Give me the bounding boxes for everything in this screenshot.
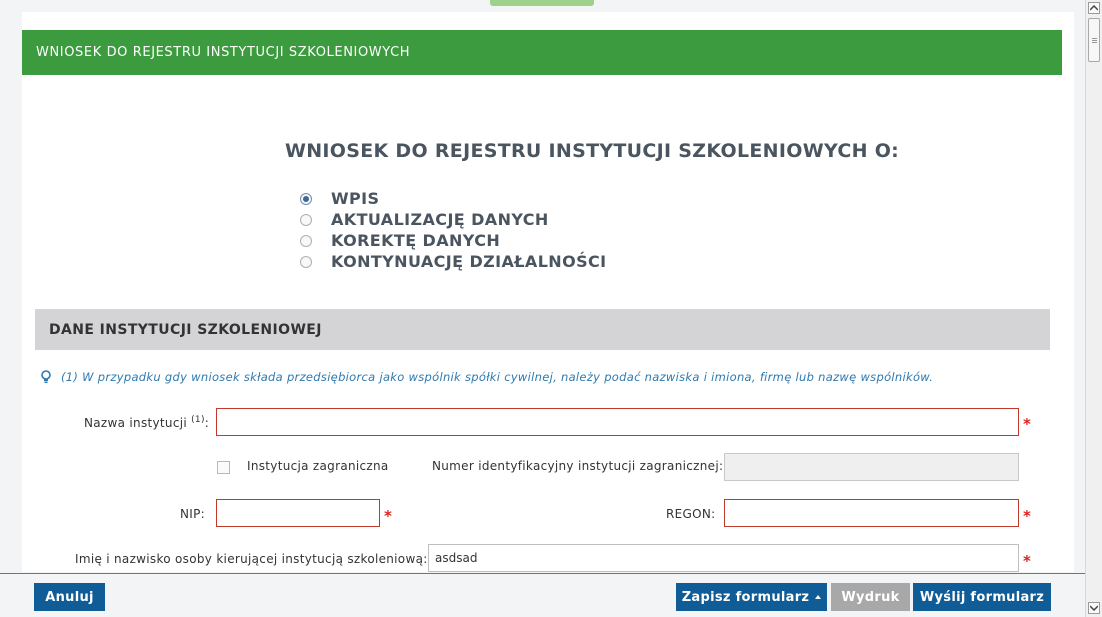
radio-kontynuacja[interactable] bbox=[300, 255, 312, 268]
nip-label: NIP: bbox=[180, 507, 205, 521]
print-button-label: Wydruk bbox=[841, 589, 900, 605]
form-title: WNIOSEK DO REJESTRU INSTYTUCJI SZKOLENIO… bbox=[284, 140, 900, 162]
nip-input[interactable] bbox=[216, 499, 380, 527]
radio-korekta[interactable] bbox=[300, 234, 312, 247]
section-title: DANE INSTYTUCJI SZKOLENIOWEJ bbox=[49, 321, 322, 338]
nazwa-label: Nazwa instytucji (1): bbox=[84, 415, 209, 430]
kierownik-required-mark: * bbox=[1023, 552, 1031, 570]
cancel-button-label: Anuluj bbox=[45, 589, 94, 605]
nazwa-label-footnote: (1) bbox=[191, 415, 205, 425]
nazwa-input[interactable] bbox=[216, 408, 1019, 436]
save-form-button-label: Zapisz formularz bbox=[681, 589, 810, 605]
footnote-text: (1) W przypadku gdy wniosek składa przed… bbox=[61, 370, 934, 384]
option-wpis[interactable]: WPIS bbox=[300, 188, 607, 209]
zagraniczna-checkbox[interactable] bbox=[217, 461, 230, 474]
scrollbar-thumb[interactable] bbox=[1088, 18, 1100, 62]
form-page: WNIOSEK DO REJESTRU INSTYTUCJI SZKOLENIO… bbox=[22, 12, 1074, 572]
numer-label: Numer identyfikacyjny instytucji zagrani… bbox=[432, 459, 724, 473]
radio-wpis[interactable] bbox=[300, 192, 312, 205]
vertical-scrollbar[interactable] bbox=[1085, 0, 1102, 617]
regon-required-mark: * bbox=[1023, 507, 1031, 525]
kierownik-label: Imię i nazwisko osoby kierującej instytu… bbox=[75, 552, 428, 566]
zagraniczna-label: Instytucja zagraniczna bbox=[247, 459, 389, 473]
radio-aktualizacja[interactable] bbox=[300, 213, 312, 226]
nazwa-label-text: Nazwa instytucji bbox=[84, 416, 187, 430]
send-form-button-label: Wyślij formularz bbox=[919, 589, 1045, 605]
nip-required-mark: * bbox=[384, 507, 392, 525]
option-aktualizacja-label: AKTUALIZACJĘ DANYCH bbox=[331, 210, 549, 229]
print-button[interactable]: Wydruk bbox=[831, 583, 910, 611]
section-header: DANE INSTYTUCJI SZKOLENIOWEJ bbox=[35, 309, 1050, 350]
application-type-options: WPIS AKTUALIZACJĘ DANYCH KOREKTĘ DANYCH … bbox=[300, 188, 607, 272]
option-kontynuacja-label: KONTYNUACJĘ DZIAŁALNOŚCI bbox=[331, 252, 607, 271]
send-form-button[interactable]: Wyślij formularz bbox=[913, 583, 1051, 611]
footnote: (1) W przypadku gdy wniosek składa przed… bbox=[40, 370, 933, 384]
numer-input bbox=[724, 453, 1019, 481]
top-tab-indicator bbox=[490, 0, 594, 6]
caret-up-icon bbox=[815, 595, 822, 599]
save-form-button[interactable]: Zapisz formularz bbox=[676, 583, 827, 611]
option-korekta[interactable]: KOREKTĘ DANYCH bbox=[300, 230, 607, 251]
lightbulb-icon bbox=[41, 370, 51, 383]
cancel-button[interactable]: Anuluj bbox=[34, 583, 105, 611]
nazwa-label-colon: : bbox=[204, 416, 210, 430]
regon-label: REGON: bbox=[666, 507, 716, 521]
action-bar: Anuluj Zapisz formularz Wydruk Wyślij fo… bbox=[0, 573, 1085, 617]
option-wpis-label: WPIS bbox=[331, 189, 380, 208]
regon-input[interactable] bbox=[724, 499, 1019, 527]
nazwa-required-mark: * bbox=[1023, 415, 1031, 433]
option-aktualizacja[interactable]: AKTUALIZACJĘ DANYCH bbox=[300, 209, 607, 230]
scroll-down-arrow-icon[interactable] bbox=[1088, 602, 1100, 614]
option-korekta-label: KOREKTĘ DANYCH bbox=[331, 231, 501, 250]
page-header: WNIOSEK DO REJESTRU INSTYTUCJI SZKOLENIO… bbox=[22, 30, 1062, 75]
scroll-up-arrow-icon[interactable] bbox=[1088, 2, 1100, 14]
kierownik-input[interactable] bbox=[428, 544, 1019, 572]
page-header-title: WNIOSEK DO REJESTRU INSTYTUCJI SZKOLENIO… bbox=[36, 45, 411, 60]
option-kontynuacja[interactable]: KONTYNUACJĘ DZIAŁALNOŚCI bbox=[300, 251, 607, 272]
